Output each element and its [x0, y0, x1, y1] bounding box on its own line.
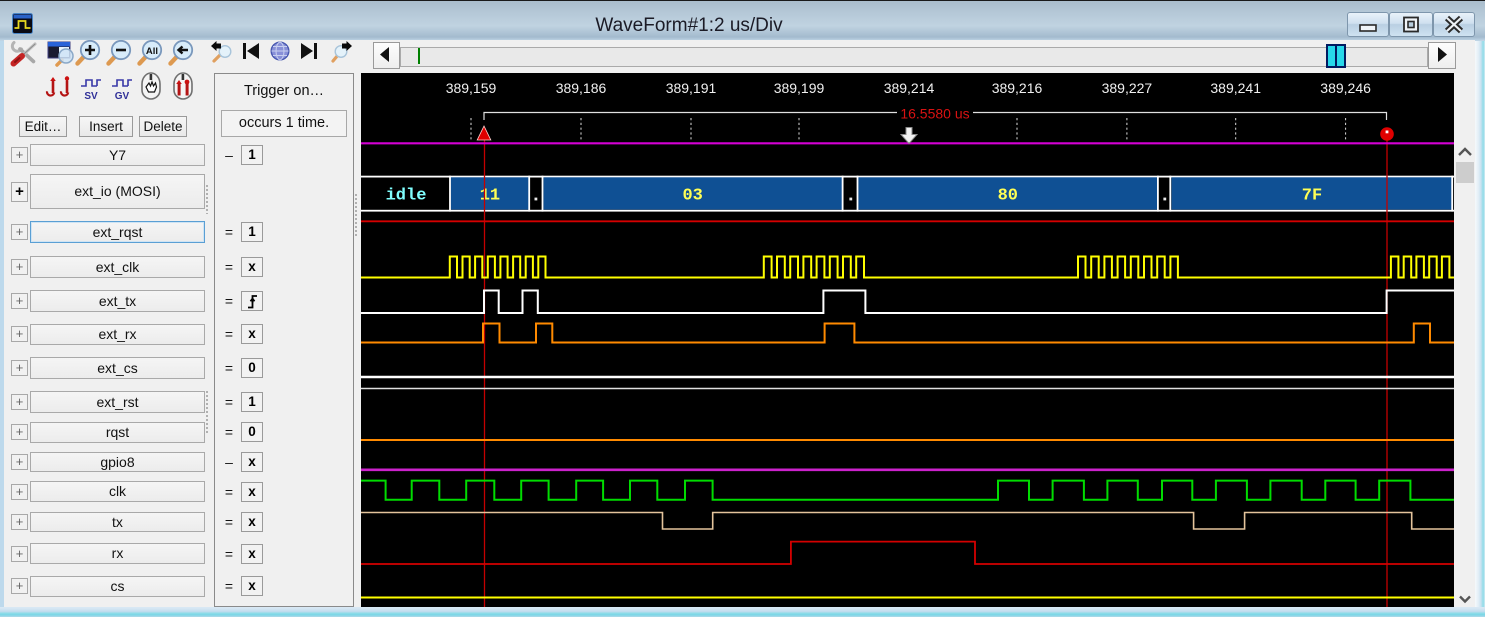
svg-text:389,241: 389,241: [1210, 80, 1261, 96]
svg-text:11: 11: [480, 186, 500, 205]
svg-text:389,191: 389,191: [666, 80, 717, 96]
svg-text:GV: GV: [115, 91, 130, 102]
svg-text:03: 03: [682, 186, 702, 205]
svg-text:389,214: 389,214: [884, 80, 935, 96]
svg-text:389,227: 389,227: [1102, 80, 1153, 96]
svg-text:SV: SV: [84, 91, 98, 102]
svg-text:389,216: 389,216: [992, 80, 1043, 96]
svg-text:389,199: 389,199: [774, 80, 825, 96]
svg-text:All: All: [146, 46, 158, 57]
svg-text:389,159: 389,159: [446, 80, 497, 96]
svg-text:16.5580 us: 16.5580 us: [900, 106, 969, 122]
svg-text:7F: 7F: [1302, 186, 1322, 205]
svg-text:389,246: 389,246: [1320, 80, 1371, 96]
svg-text:idle: idle: [386, 186, 427, 205]
svg-text:389,186: 389,186: [556, 80, 607, 96]
svg-text:80: 80: [998, 186, 1018, 205]
